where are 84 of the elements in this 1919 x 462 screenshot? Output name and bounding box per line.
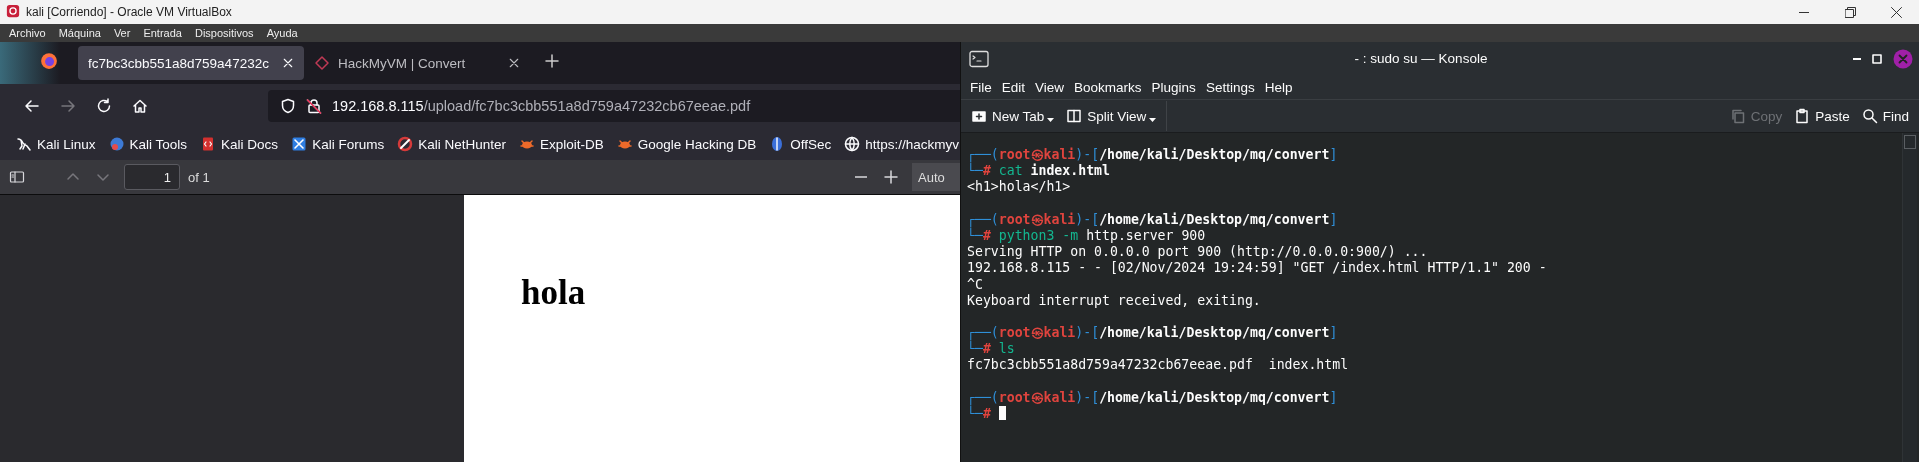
bookmark-link[interactable]: Google Hacking DB: [610, 131, 763, 157]
bookmark-link[interactable]: Exploit-DB: [512, 131, 610, 157]
terminal-line: ┌──(root㉿kali)-[/home/kali/Desktop/mq/convert]: [967, 325, 1338, 341]
new-tab-icon: [971, 108, 987, 124]
menu-item[interactable]: Dispositivos: [189, 27, 262, 39]
caret-icon: [1047, 118, 1055, 123]
minimize-icon: [1799, 11, 1809, 13]
close-icon: [1893, 48, 1913, 69]
maximize-icon: [1871, 52, 1883, 65]
terminal-line: ┌──(root㉿kali)-[/home/kali/Desktop/mq/convert]: [967, 147, 1338, 163]
toolbar-button[interactable]: Split View: [1060, 102, 1163, 130]
window-title: - : sudo su — Konsole: [1353, 51, 1489, 66]
menu-item[interactable]: Edit: [996, 79, 1031, 95]
search-icon: [1861, 108, 1878, 124]
broken-lock-icon: [306, 98, 322, 114]
address-field[interactable]: 192.168.8.115/upload/fc7bc3cbb551a8d759a47232cb67eeae.pdf: [268, 90, 960, 122]
forward-arrow-icon: [60, 98, 76, 114]
text-cursor: [998, 406, 1006, 420]
terminal-line: ^C: [967, 276, 983, 293]
page-count: of 1: [188, 169, 210, 185]
bookmark-link[interactable]: https://hackmyv: [838, 131, 960, 157]
terminal-line: 192.168.8.115 - - [02/Nov/2024 19:24:59] "GET /index.html HTTP/1.1" 200 -: [967, 260, 1547, 277]
window-title: kali [Corriendo] - Oracle VM VirtualBox: [26, 5, 233, 19]
menu-item[interactable]: Help: [1259, 79, 1298, 95]
terminal-line: └─# cat index.html: [967, 163, 1110, 180]
toolbar-button[interactable]: Paste: [1788, 102, 1856, 130]
page-heading: hola: [521, 273, 586, 313]
menu-item[interactable]: File: [965, 79, 997, 95]
prompt-symbol: └─#: [967, 406, 991, 421]
menu-item[interactable]: View: [1030, 79, 1070, 95]
bookmark-link[interactable]: Kali Docs: [194, 131, 285, 157]
minimize-icon: [1853, 57, 1861, 60]
terminal-line: <h1>hola</h1>: [967, 179, 1071, 196]
sidebar-toggle-icon: [9, 169, 25, 185]
menu-item[interactable]: Ayuda: [261, 27, 306, 39]
terminal-line: Keyboard interrupt received, exiting.: [967, 292, 1261, 309]
split-view-icon: [1066, 108, 1083, 124]
close-icon: [1890, 6, 1902, 18]
plus-icon: [544, 53, 560, 69]
home-icon: [132, 98, 148, 114]
terminal-icon: [969, 49, 989, 68]
toolbar-button[interactable]: Find: [1855, 102, 1915, 130]
dragon-icon: [16, 136, 32, 152]
toolbar-button[interactable]: New Tab: [965, 102, 1061, 130]
browser-logo-icon: [40, 52, 58, 70]
bookmark-link[interactable]: Kali Tools: [102, 131, 194, 157]
terminal-line: └─# python3 -m http.server 900: [967, 227, 1206, 245]
terminal-line: ┌──(root㉿kali)-[/home/kali/Desktop/mq/convert]: [967, 389, 1338, 406]
scrollbar[interactable]: [1902, 133, 1917, 462]
reload-icon: [96, 98, 112, 114]
bookmark-link[interactable]: Kali NetHunter: [391, 131, 512, 157]
page-number-field[interactable]: 1: [124, 164, 180, 190]
bookmark-link[interactable]: Kali Forums: [285, 131, 391, 157]
menu-item[interactable]: Entrada: [138, 27, 190, 39]
ball-icon: [108, 136, 125, 152]
menu-item[interactable]: Bookmarks: [1069, 79, 1147, 95]
caret-icon: [1149, 118, 1157, 123]
bookmark-link[interactable]: OffSec: [763, 131, 838, 157]
terminal-line: Serving HTTP on 0.0.0.0 port 900 (http://0.0.0.0:900/) ...: [967, 244, 1428, 261]
diamond-icon: [314, 55, 330, 71]
copy-icon: [1729, 108, 1746, 124]
browser-tab[interactable]: fc7bc3cbb551a8d759a47232c: [78, 46, 304, 80]
ring-icon: [397, 136, 414, 152]
browser-tab[interactable]: HackMyVM | Convert: [304, 46, 530, 80]
menu-item[interactable]: Plugins: [1146, 79, 1201, 95]
back-arrow-icon: [24, 98, 40, 114]
close-icon: [508, 57, 520, 69]
terminal-line: fc7bc3cbb551a8d759a47232cb67eeae.pdf index.html: [967, 357, 1349, 374]
clipboard-icon: [1794, 108, 1811, 124]
bookmark-link[interactable]: Kali Linux: [10, 131, 102, 157]
terminal-line: └─# ls: [967, 341, 1015, 358]
close-icon: [282, 57, 294, 69]
terminal-line: ┌──(root㉿kali)-[/home/kali/Desktop/mq/convert]: [967, 211, 1338, 228]
virtualbox-logo-icon: [6, 3, 20, 18]
menu-item[interactable]: Archivo: [4, 27, 54, 39]
menu-item[interactable]: Settings: [1200, 79, 1260, 95]
square-icon: [291, 136, 308, 152]
restore-icon: [1844, 6, 1856, 18]
zoom-in-icon: [883, 169, 899, 185]
zoom-select[interactable]: Auto: [912, 163, 960, 191]
globe-icon: [844, 136, 861, 152]
menu-item[interactable]: Máquina: [53, 27, 109, 39]
shield-icon: [280, 98, 296, 114]
menu-item[interactable]: Ver: [108, 27, 139, 39]
